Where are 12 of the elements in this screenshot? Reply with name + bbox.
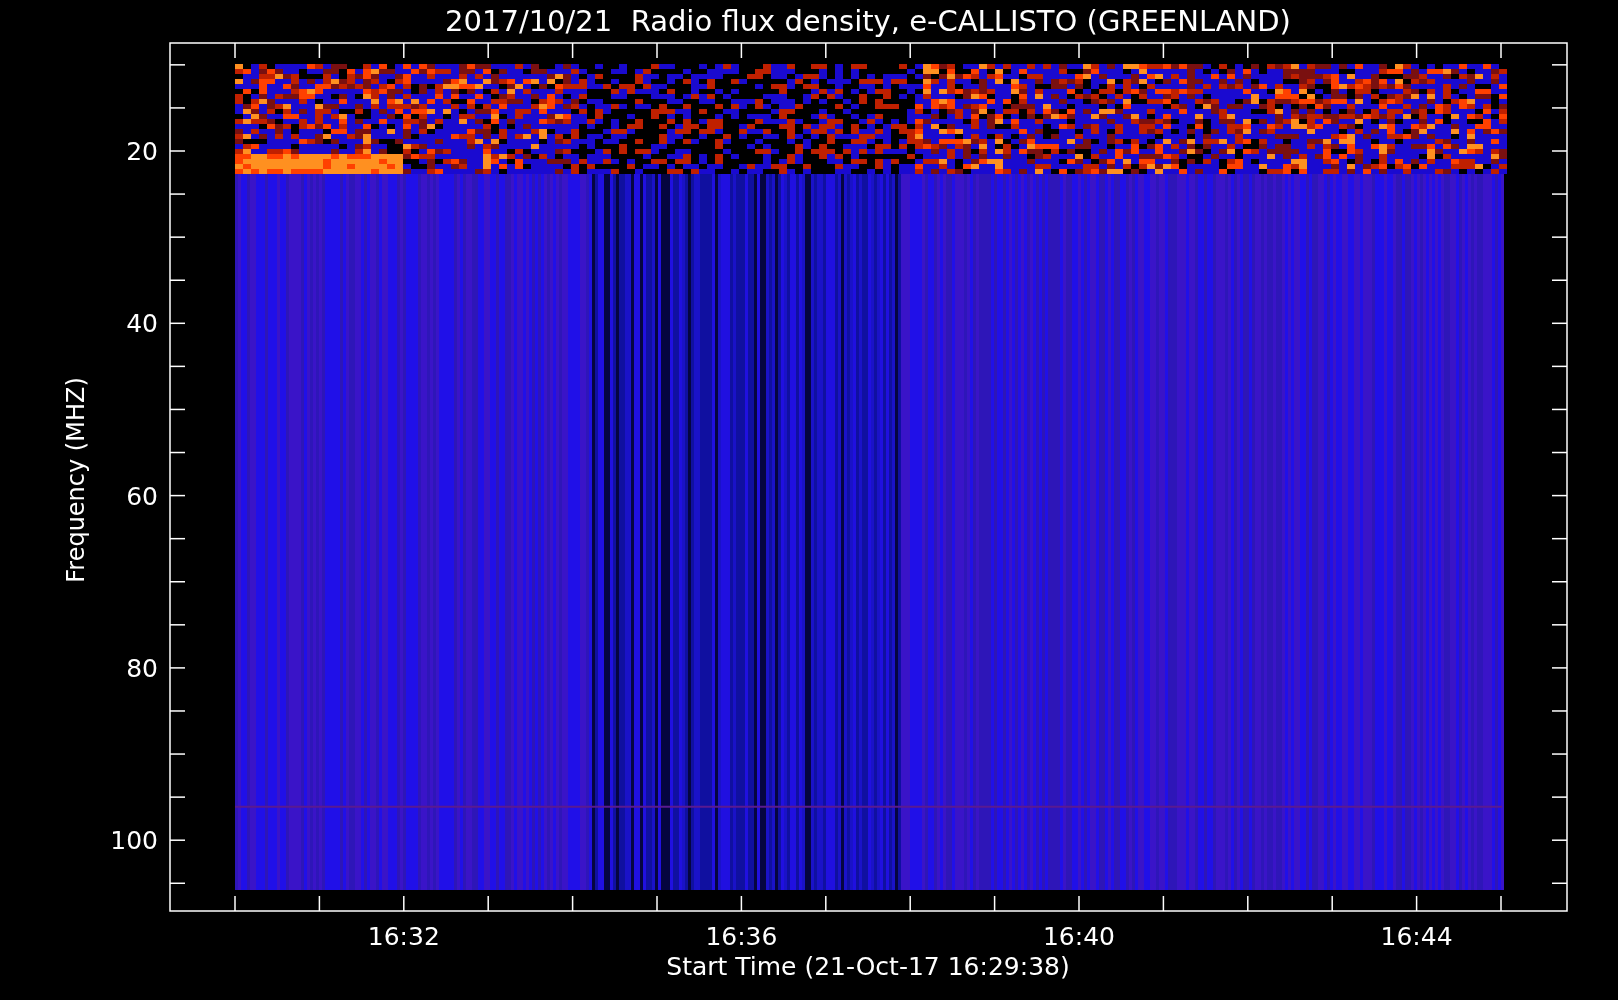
tick-label: 16:40 (1043, 922, 1115, 951)
chart-title: 2017/10/21 Radio flux density, e-CALLISTO (GREENLAND) (445, 4, 1291, 38)
tick-label: 16:36 (705, 922, 778, 951)
tick-label: 16:44 (1380, 922, 1453, 951)
tick-label: 100 (110, 826, 158, 856)
tick-label: 80 (126, 653, 158, 683)
tick-label: 60 (126, 481, 158, 511)
tick-label: 16:32 (367, 922, 440, 951)
tick-label: 20 (126, 137, 158, 166)
tick-label: 40 (126, 309, 158, 339)
axis-label: Start Time (21-Oct-17 16:29:38) (666, 952, 1070, 981)
axis-label: Frequency (MHZ) (62, 377, 90, 583)
